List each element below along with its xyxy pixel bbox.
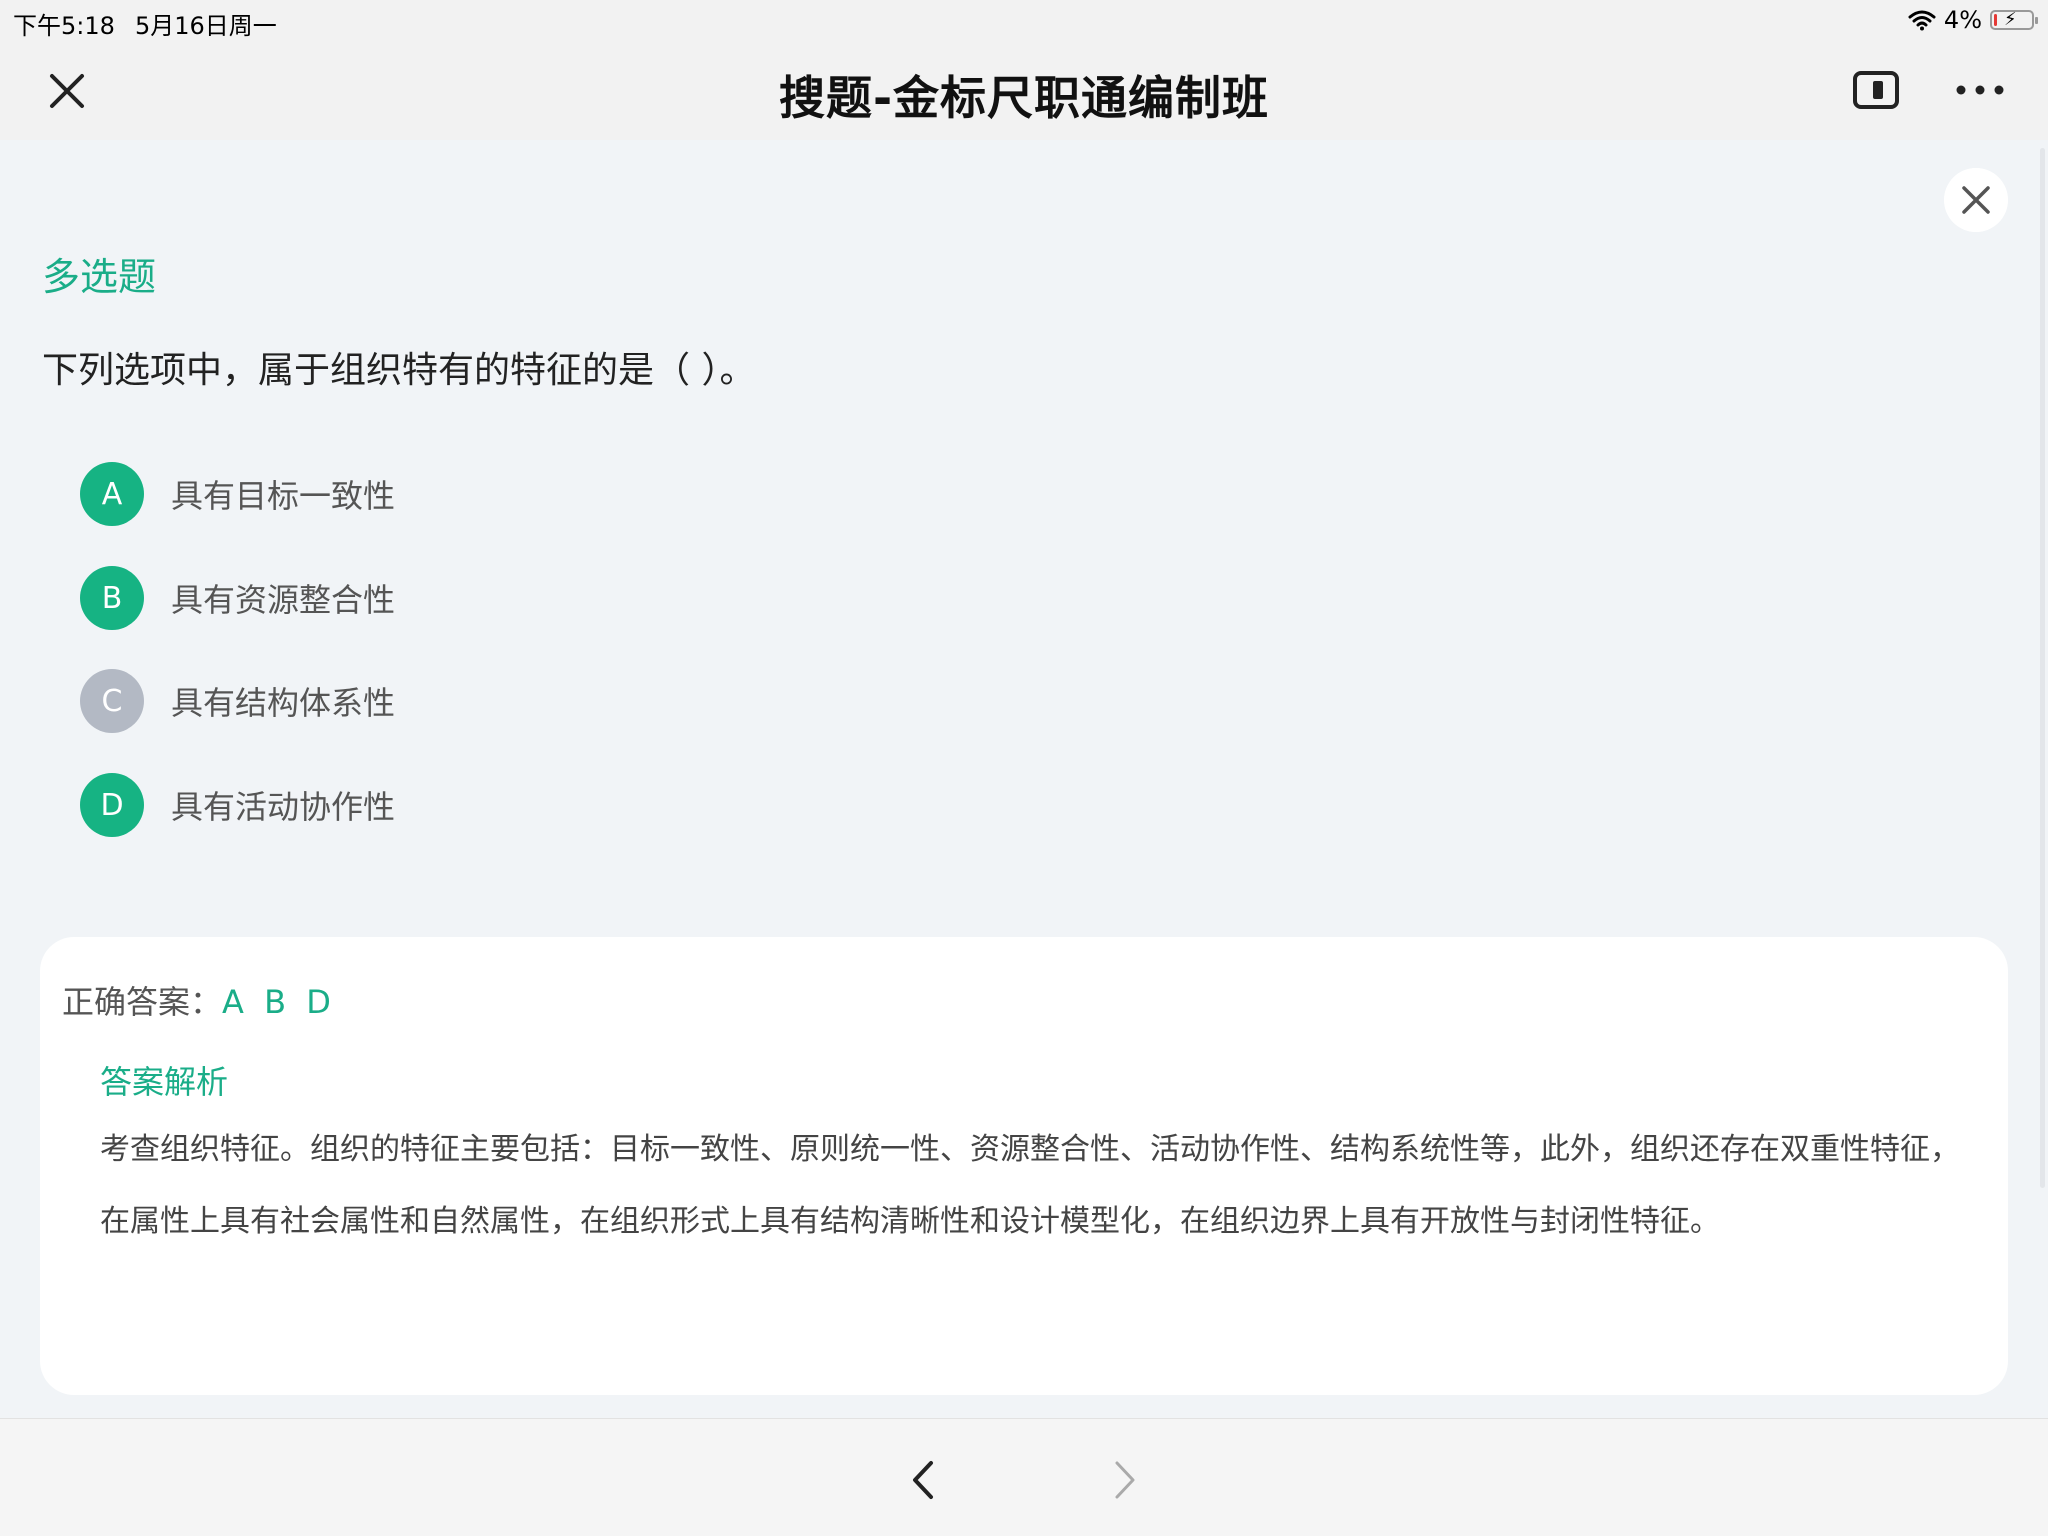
analysis-text: 考查组织特征。组织的特征主要包括：目标一致性、原则统一性、资源整合性、活动协作性… [100, 1132, 1960, 1239]
option-letter: C [80, 669, 144, 733]
question-type: 多选题 [42, 255, 157, 299]
option-b[interactable]: B 具有资源整合性 [80, 566, 395, 630]
window-icon[interactable] [1852, 70, 1900, 110]
chevron-left-icon[interactable] [903, 1455, 943, 1505]
battery-percent: 4% [1943, 6, 1982, 34]
option-letter: B [80, 566, 144, 630]
correct-answer: 正确答案：A B D [62, 977, 336, 1023]
status-time: 下午5:18 [13, 12, 115, 40]
correct-answer-value: A B D [222, 983, 336, 1021]
battery-fill [1994, 14, 1997, 26]
option-letter: D [80, 773, 144, 837]
analysis-title: 答案解析 [100, 1063, 229, 1101]
question-text: 下列选项中，属于组织特有的特征的是（ ）。 [42, 350, 756, 391]
wifi-icon [1908, 10, 1936, 31]
nav-bar: 搜题-金标尺职通编制班 [0, 40, 2048, 140]
page-title: 搜题-金标尺职通编制班 [778, 71, 1270, 125]
chevron-right-icon[interactable] [1105, 1455, 1145, 1505]
battery-icon: ⚡ [1990, 9, 2038, 30]
scrollbar[interactable] [2040, 148, 2045, 1188]
status-bar: 下午5:18 5月16日周一 4% ⚡ [0, 0, 2048, 40]
option-text: 具有目标一致性 [171, 477, 396, 515]
option-text: 具有结构体系性 [171, 684, 396, 722]
panel-close-button[interactable] [1944, 168, 2008, 232]
option-text: 具有活动协作性 [171, 788, 396, 826]
option-d[interactable]: D 具有活动协作性 [80, 773, 395, 837]
option-letter: A [80, 462, 144, 526]
status-date: 5月16日周一 [135, 12, 277, 40]
charging-bolt-icon: ⚡ [2004, 9, 2017, 30]
correct-answer-label: 正确答案： [62, 983, 223, 1021]
more-icon[interactable] [1955, 70, 2005, 110]
option-text: 具有资源整合性 [171, 581, 396, 619]
screen: 下午5:18 5月16日周一 4% ⚡ 搜题-金标尺职通编制班 多选题 下列选项… [0, 0, 2048, 1536]
option-a[interactable]: A 具有目标一致性 [80, 462, 395, 526]
answer-card: 正确答案：A B D 答案解析 考查组织特征。组织的特征主要包括：目标一致性、原… [40, 937, 2008, 1395]
option-c[interactable]: C 具有结构体系性 [80, 669, 395, 733]
status-right: 4% ⚡ [1908, 6, 2038, 34]
bottom-bar [0, 1418, 2048, 1536]
